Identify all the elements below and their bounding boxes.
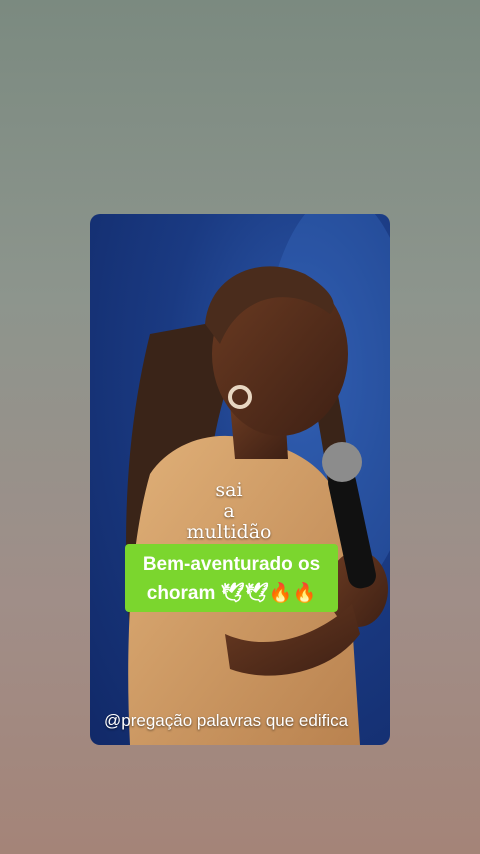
- watermark-handle: @pregação palavras que edifica: [104, 711, 349, 730]
- caption-line: sai: [215, 479, 243, 501]
- highlight-caption: Bem-aventurado os choram 🕊🕊🔥🔥: [125, 544, 338, 612]
- caption-line: multidão: [186, 521, 272, 543]
- caption-text: sai a multidão: [90, 480, 368, 543]
- caption-line: a: [223, 500, 235, 522]
- highlight-line: Bem-aventurado os: [142, 554, 321, 575]
- highlight-line: choram 🕊🕊🔥🔥: [146, 583, 317, 604]
- video-story-card[interactable]: sai a multidão Bem-aventurado os choram …: [90, 214, 390, 745]
- screen-background: { "story": { "caption_lines": ["sai", "a…: [0, 0, 480, 854]
